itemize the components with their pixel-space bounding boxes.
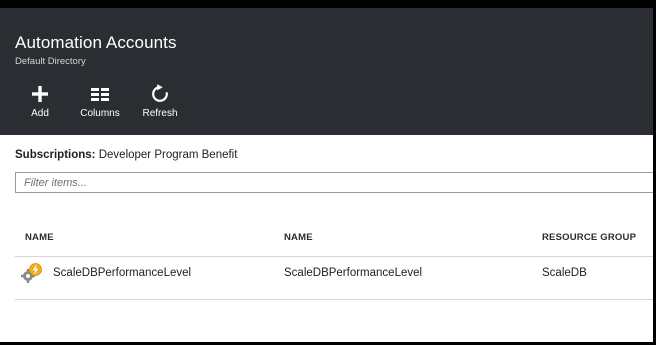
plus-icon <box>31 84 49 104</box>
subscription-label: Subscriptions: <box>15 149 96 161</box>
subscription-filter[interactable]: Subscriptions: Developer Program Benefit <box>15 149 237 161</box>
subscription-value: Developer Program Benefit <box>98 149 238 161</box>
blade-header: Automation Accounts Default Directory Ad… <box>0 8 653 135</box>
row-name: ScaleDBPerformanceLevel <box>53 267 192 279</box>
filter-input[interactable] <box>15 172 653 193</box>
accounts-grid: NAME NAME RESOURCE GROUP ScaleDBPerforma… <box>15 221 653 300</box>
columns-button[interactable]: Columns <box>78 84 122 122</box>
automation-accounts-blade: Automation Accounts Default Directory Ad… <box>0 8 653 342</box>
row-divider <box>15 299 653 300</box>
table-row[interactable]: ScaleDBPerformanceLevel ScaleDBPerforman… <box>15 256 653 291</box>
add-label: Add <box>31 108 49 119</box>
add-button[interactable]: Add <box>27 84 53 122</box>
column-header-name-2[interactable]: NAME <box>284 232 313 243</box>
grid-header: NAME NAME RESOURCE GROUP <box>15 221 653 251</box>
row-resource-group: ScaleDB <box>542 267 587 279</box>
refresh-icon <box>150 84 170 104</box>
page-subtitle: Default Directory <box>15 56 86 67</box>
column-header-resource-group[interactable]: RESOURCE GROUP <box>542 232 636 243</box>
columns-icon <box>91 84 109 104</box>
row-name-2: ScaleDBPerformanceLevel <box>284 267 423 279</box>
columns-label: Columns <box>80 108 120 119</box>
automation-account-icon <box>21 262 43 284</box>
command-bar: Add Columns Refresh <box>0 84 300 124</box>
refresh-button[interactable]: Refresh <box>140 84 180 122</box>
column-header-name[interactable]: NAME <box>25 232 54 243</box>
refresh-label: Refresh <box>142 108 178 119</box>
page-title: Automation Accounts <box>15 33 177 52</box>
